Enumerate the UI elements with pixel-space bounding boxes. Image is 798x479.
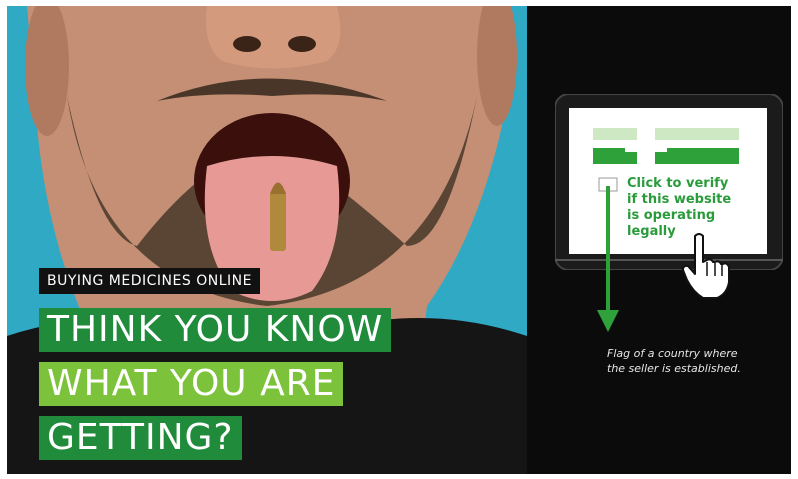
verify-line-1: Click to verify [627, 176, 729, 191]
hand-pointer-icon [682, 233, 730, 299]
down-arrow-icon [597, 186, 619, 332]
verify-line-2: if this website [627, 192, 732, 207]
headline-line-3: GETTING? [39, 416, 242, 460]
verify-link[interactable]: Click to verify if this website is opera… [627, 176, 767, 240]
photo-man-with-bullet-on-tongue: BUYING MEDICINES ONLINE THINK YOU KNOW W… [7, 6, 527, 474]
headline-line-1: THINK YOU KNOW [39, 308, 392, 352]
category-tag: BUYING MEDICINES ONLINE [39, 268, 260, 294]
banner-image: BUYING MEDICINES ONLINE THINK YOU KNOW W… [7, 6, 791, 474]
caption-line-1: Flag of a country where [607, 347, 738, 360]
flag-caption: Flag of a country where the seller is es… [607, 346, 782, 376]
headline-line-2: WHAT YOU ARE [39, 362, 344, 406]
verify-line-3: is operating [627, 208, 716, 223]
caption-line-2: the seller is established. [607, 362, 741, 375]
